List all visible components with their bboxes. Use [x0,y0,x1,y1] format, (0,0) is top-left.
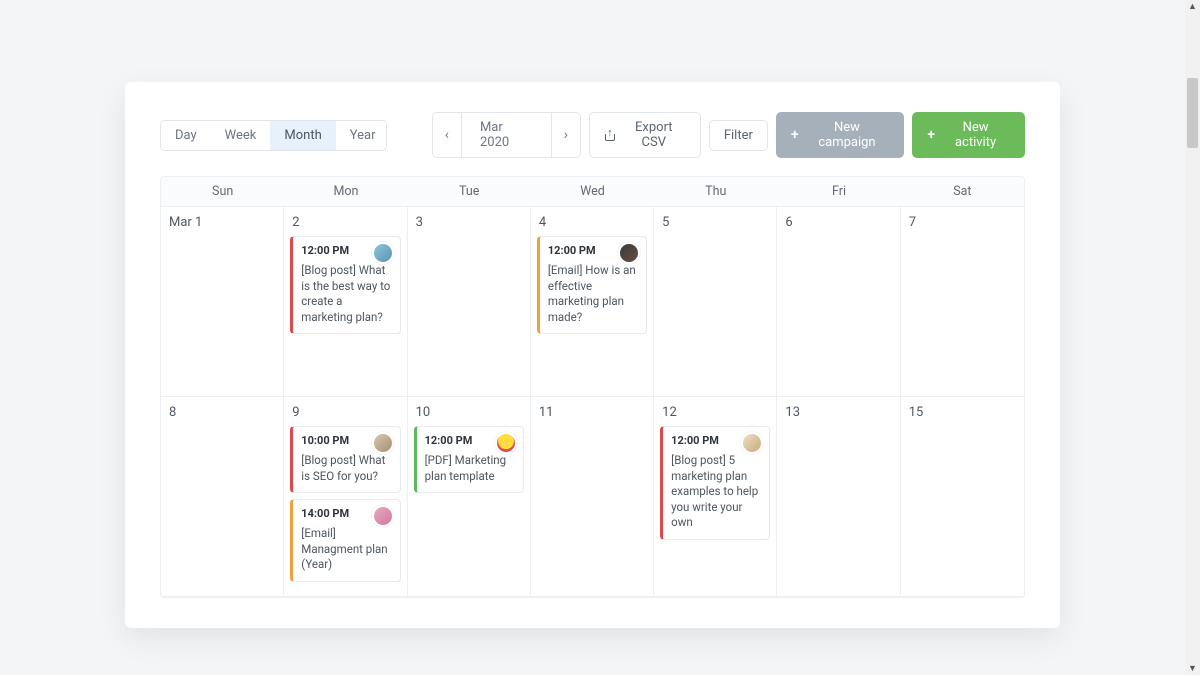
filter-button[interactable]: Filter [709,120,768,151]
day-number: 6 [783,215,893,230]
day-number: 10 [414,405,524,420]
avatar [495,432,517,454]
event-title: [Blog post] What is the best way to crea… [301,263,391,325]
day-number: 4 [537,215,647,230]
calendar-day-cell[interactable]: 11 [531,397,654,597]
new-activity-label: New activity [941,120,1010,150]
view-week-tab[interactable]: Week [211,121,271,150]
plus-icon: + [791,128,799,142]
calendar-event[interactable]: 12:00 PM[Blog post] 5 marketing plan exa… [660,426,770,540]
chevron-left-icon: ‹ [445,127,449,143]
day-number: 11 [537,405,647,420]
avatar [372,242,394,264]
day-number: 5 [660,215,770,230]
calendar-event[interactable]: 12:00 PM[PDF] Marketing plan template [414,426,524,493]
calendar-day-cell[interactable]: 6 [777,207,900,397]
chevron-right-icon: › [564,127,568,143]
day-number: Mar 1 [167,215,277,230]
weekday-label: Thu [654,177,777,206]
calendar-toolbar: Day Week Month Year ‹ Mar 2020 › Export … [160,112,1025,158]
day-number: 7 [907,215,1018,230]
day-number: 3 [414,215,524,230]
day-number: 2 [290,215,400,230]
day-number: 8 [167,405,277,420]
day-number: 12 [660,405,770,420]
event-title: [Blog post] What is SEO for you? [301,453,391,484]
plus-icon: + [927,128,935,142]
event-title: [Blog post] 5 marketing plan examples to… [671,453,761,531]
prev-month-button[interactable]: ‹ [433,113,461,157]
event-title: [Email] Managment plan (Year) [301,526,391,573]
calendar-day-cell[interactable]: 3 [408,207,531,397]
calendar-event[interactable]: 10:00 PM[Blog post] What is SEO for you? [290,426,400,493]
export-csv-button[interactable]: Export CSV [589,112,701,158]
scroll-up-icon[interactable]: ▲ [1188,1,1197,12]
view-day-tab[interactable]: Day [161,121,211,150]
calendar-day-cell[interactable]: 8 [161,397,284,597]
event-title: [PDF] Marketing plan template [425,453,515,484]
calendar-day-cell[interactable]: Mar 1 [161,207,284,397]
current-month-label[interactable]: Mar 2020 [461,113,552,157]
calendar-event[interactable]: 12:00 PM[Blog post] What is the best way… [290,236,400,334]
export-icon [604,129,616,141]
calendar-event[interactable]: 14:00 PM[Email] Managment plan (Year) [290,499,400,582]
scrollbar-thumb[interactable] [1187,78,1198,148]
date-navigator: ‹ Mar 2020 › [432,112,581,158]
day-number: 13 [783,405,893,420]
day-number: 15 [907,405,1018,420]
avatar [741,432,763,454]
calendar-day-cell[interactable]: 12 12:00 PM[Blog post] 5 marketing plan e… [654,397,777,597]
calendar-card: Day Week Month Year ‹ Mar 2020 › Export … [125,82,1060,628]
weekday-label: Wed [531,177,654,206]
weekday-header: Sun Mon Tue Wed Thu Fri Sat [161,177,1024,207]
weekday-label: Tue [408,177,531,206]
calendar-event[interactable]: 12:00 PM[Email] How is an effective mark… [537,236,647,334]
calendar-grid: Sun Mon Tue Wed Thu Fri Sat Mar 1 2 12:00 … [160,176,1025,598]
vertical-scrollbar[interactable]: ▲ ▼ [1185,0,1200,675]
calendar-day-cell[interactable]: 7 [901,207,1024,397]
new-campaign-button[interactable]: + New campaign [776,112,905,158]
calendar-day-cell[interactable]: 4 12:00 PM[Email] How is an effective mar… [531,207,654,397]
export-csv-label: Export CSV [622,120,686,150]
scroll-down-icon[interactable]: ▼ [1188,663,1197,674]
calendar-day-cell[interactable]: 2 12:00 PM[Blog post] What is the best wa… [284,207,407,397]
weekday-label: Fri [777,177,900,206]
calendar-day-cell[interactable]: 9 10:00 PM[Blog post] What is SEO for you… [284,397,407,597]
new-campaign-label: New campaign [805,120,890,150]
calendar-day-cell[interactable]: 10 12:00 PM[PDF] Marketing plan template [408,397,531,597]
avatar [372,432,394,454]
next-month-button[interactable]: › [552,113,580,157]
avatar [618,242,640,264]
view-switcher: Day Week Month Year [160,120,387,151]
weekday-label: Sat [901,177,1024,206]
new-activity-button[interactable]: + New activity [912,112,1025,158]
calendar-day-cell[interactable]: 13 [777,397,900,597]
weekday-label: Mon [284,177,407,206]
day-number: 9 [290,405,400,420]
avatar [372,505,394,527]
calendar-day-cell[interactable]: 5 [654,207,777,397]
view-year-tab[interactable]: Year [336,121,387,150]
event-title: [Email] How is an effective marketing pl… [548,263,638,325]
weekday-label: Sun [161,177,284,206]
calendar-day-cell[interactable]: 15 [901,397,1024,597]
view-month-tab[interactable]: Month [270,121,335,150]
